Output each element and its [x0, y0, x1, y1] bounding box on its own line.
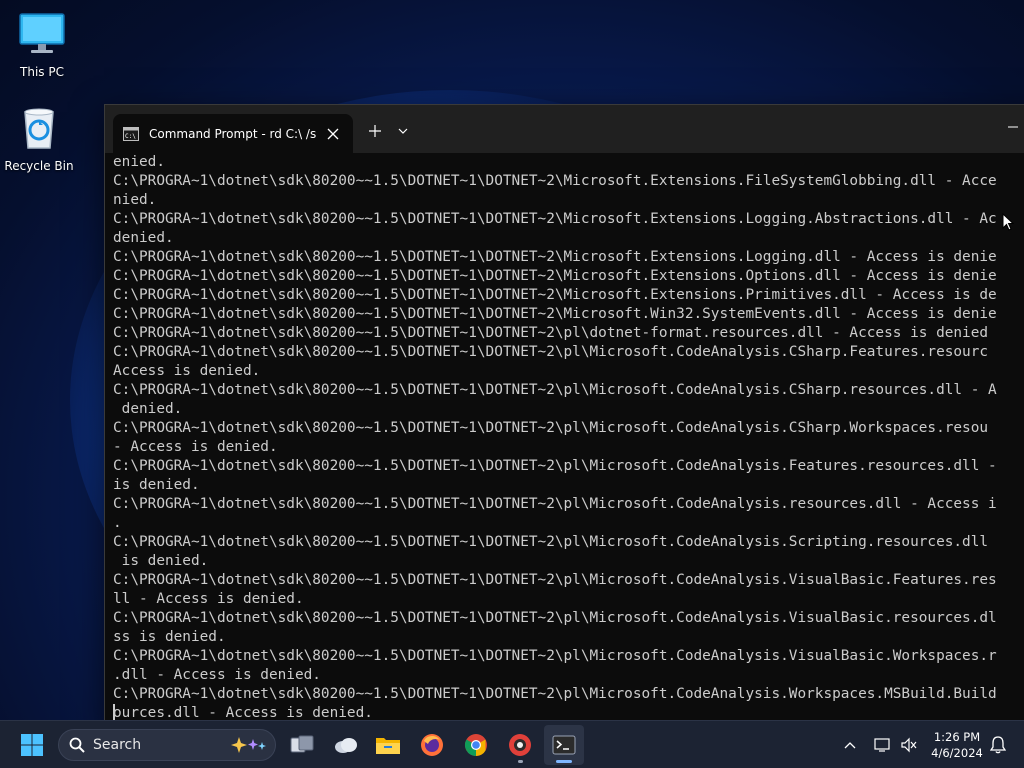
active-indicator: [556, 760, 572, 763]
console-line: C:\PROGRA~1\dotnet\sdk\80200~~1.5\DOTNET…: [113, 458, 997, 474]
widgets-button[interactable]: [326, 725, 366, 765]
console-line: C:\PROGRA~1\dotnet\sdk\80200~~1.5\DOTNET…: [113, 572, 997, 588]
chrome-button[interactable]: [456, 725, 496, 765]
terminal-window[interactable]: C:\ Command Prompt - rd C:\ /s enied. C:…: [104, 104, 1024, 730]
search-label: Search: [93, 737, 142, 753]
console-line: ll - Access is denied.: [113, 591, 304, 607]
desktop-icon-recycle-bin[interactable]: Recycle Bin: [0, 104, 81, 173]
cmd-icon: C:\: [123, 126, 139, 141]
new-tab-button[interactable]: [361, 117, 389, 145]
console-line: C:\PROGRA~1\dotnet\sdk\80200~~1.5\DOTNET…: [113, 306, 997, 322]
console-line: C:\PROGRA~1\dotnet\sdk\80200~~1.5\DOTNET…: [113, 325, 989, 341]
desktop-icon-this-pc[interactable]: This PC: [0, 10, 84, 79]
console-line: Access is denied.: [113, 363, 261, 379]
svg-text:C:\: C:\: [125, 133, 136, 140]
console-line: C:\PROGRA~1\dotnet\sdk\80200~~1.5\DOTNET…: [113, 686, 997, 702]
volume-button[interactable]: [896, 725, 922, 765]
console-line: is denied.: [113, 477, 200, 493]
console-line: C:\PROGRA~1\dotnet\sdk\80200~~1.5\DOTNET…: [113, 287, 997, 303]
console-line: is denied.: [113, 553, 209, 569]
copilot-sparkle-icon: [231, 737, 266, 753]
console-line: C:\PROGRA~1\dotnet\sdk\80200~~1.5\DOTNET…: [113, 648, 997, 664]
clock-date: 4/6/2024: [931, 746, 983, 760]
plus-icon: [369, 125, 381, 137]
mouse-pointer-icon: [1002, 213, 1014, 231]
console-line: C:\PROGRA~1\dotnet\sdk\80200~~1.5\DOTNET…: [113, 610, 997, 626]
folder-icon: [376, 738, 400, 754]
recycle-bin-icon: [24, 108, 54, 149]
bell-icon: [990, 736, 1006, 754]
terminal-icon: [552, 735, 576, 755]
console-line: .dll - Access is denied.: [113, 667, 321, 683]
console-line: C:\PROGRA~1\dotnet\sdk\80200~~1.5\DOTNET…: [113, 382, 997, 398]
clock-time: 1:26 PM: [933, 730, 981, 744]
console-line: C:\PROGRA~1\dotnet\sdk\80200~~1.5\DOTNET…: [113, 268, 997, 284]
firefox-icon: [421, 734, 443, 756]
tab-command-prompt[interactable]: C:\ Command Prompt - rd C:\ /s: [113, 114, 353, 153]
console-line: denied.: [113, 230, 174, 246]
console-line: .: [113, 515, 122, 531]
text-cursor: [113, 704, 115, 720]
console-line: C:\PROGRA~1\dotnet\sdk\80200~~1.5\DOTNET…: [113, 211, 997, 227]
console-line: C:\PROGRA~1\dotnet\sdk\80200~~1.5\DOTNET…: [113, 496, 997, 512]
weather-cloud-icon: [335, 738, 357, 753]
chevron-down-icon: [398, 128, 408, 134]
console-line: C:\PROGRA~1\dotnet\sdk\80200~~1.5\DOTNET…: [113, 173, 997, 189]
notifications-button[interactable]: [984, 725, 1012, 765]
firefox-button[interactable]: [412, 725, 452, 765]
app-icon: [509, 734, 531, 756]
console-line: nied.: [113, 192, 157, 208]
start-button[interactable]: [12, 725, 52, 765]
system-clock[interactable]: 1:26 PM 4/6/2024: [920, 729, 994, 761]
terminal-titlebar[interactable]: C:\ Command Prompt - rd C:\ /s: [105, 105, 1024, 153]
minimize-icon: [1008, 126, 1018, 128]
console-line: C:\PROGRA~1\dotnet\sdk\80200~~1.5\DOTNET…: [113, 344, 989, 360]
desktop-icon-label: This PC: [20, 65, 64, 79]
console-output[interactable]: enied. C:\PROGRA~1\dotnet\sdk\80200~~1.5…: [113, 153, 1024, 723]
desktop-icon-label: Recycle Bin: [4, 159, 74, 173]
volume-muted-icon: [901, 737, 917, 753]
taskbar: Search 1:26 PM 4/6/2024: [0, 720, 1024, 768]
taskbar-search[interactable]: Search: [58, 729, 276, 761]
show-hidden-icons-button[interactable]: [832, 725, 868, 765]
console-line: C:\PROGRA~1\dotnet\sdk\80200~~1.5\DOTNET…: [113, 534, 989, 550]
tab-close-button[interactable]: [319, 120, 347, 148]
search-icon: [69, 737, 85, 753]
tab-dropdown-button[interactable]: [391, 117, 415, 145]
file-explorer-button[interactable]: [368, 725, 408, 765]
console-line: - Access is denied.: [113, 439, 278, 455]
minimize-button[interactable]: [1001, 115, 1024, 139]
task-view-button[interactable]: [282, 725, 322, 765]
network-button[interactable]: [868, 725, 896, 765]
task-view-icon: [290, 735, 314, 753]
monitor-icon: [19, 13, 65, 53]
console-line: C:\PROGRA~1\dotnet\sdk\80200~~1.5\DOTNET…: [113, 249, 997, 265]
console-line: denied.: [113, 401, 183, 417]
chrome-icon: [465, 734, 487, 756]
network-icon: [874, 738, 890, 752]
console-line: enied.: [113, 154, 165, 170]
running-indicator: [518, 760, 523, 763]
console-line: ss is denied.: [113, 629, 226, 645]
app-button[interactable]: [500, 725, 540, 765]
close-icon: [327, 128, 339, 139]
terminal-taskbar-button[interactable]: [544, 725, 584, 765]
windows-logo-icon: [21, 734, 43, 756]
console-line: C:\PROGRA~1\dotnet\sdk\80200~~1.5\DOTNET…: [113, 420, 989, 436]
chevron-up-icon: [844, 742, 856, 749]
tab-title: Command Prompt - rd C:\ /s: [149, 126, 317, 141]
